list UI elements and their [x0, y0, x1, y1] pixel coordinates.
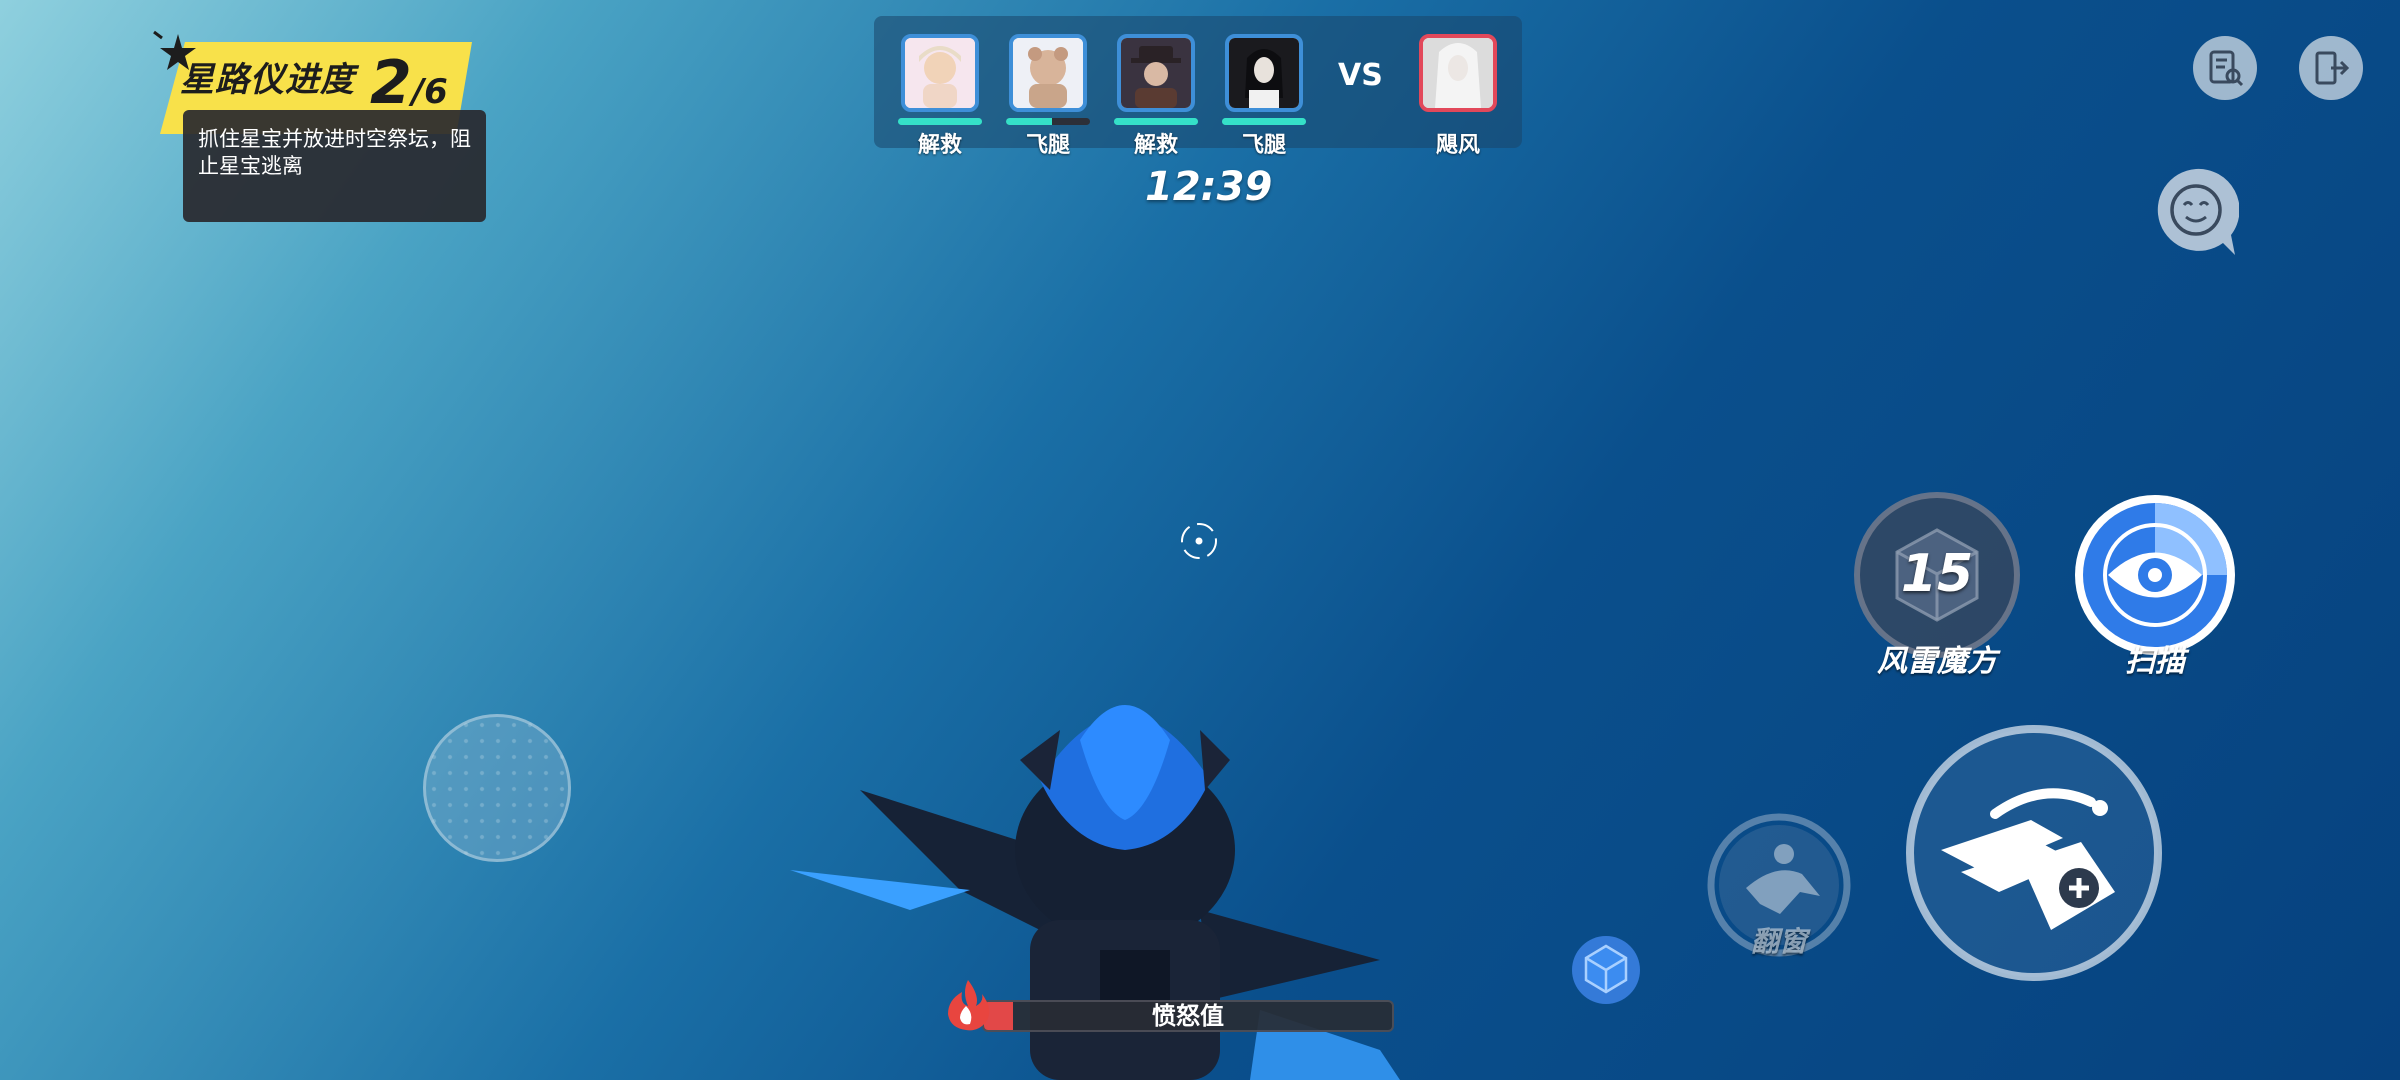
skill-window[interactable]: 翻窗	[1704, 812, 1854, 960]
vs-label: VS	[1338, 58, 1383, 93]
hp-bar	[1222, 118, 1306, 125]
quest-progress-current: 2	[370, 48, 412, 118]
quest-progress-total: /6	[411, 72, 448, 112]
emoji-chat-button[interactable]	[2153, 167, 2240, 257]
scoreboard: 解救 飞腿 解救 飞腿 VS 飓风	[874, 16, 1522, 158]
movement-joystick[interactable]	[423, 714, 571, 862]
avatar	[1009, 34, 1087, 112]
flame-icon	[948, 980, 990, 1031]
quest-title: 星路仪进度	[180, 60, 355, 100]
cube-item-icon	[1572, 936, 1640, 1004]
hp-bar	[1114, 118, 1198, 125]
rage-meter: 愤怒值	[940, 976, 1452, 1032]
skill-cooldown: 15	[1900, 544, 1974, 604]
player-label: 解救	[1133, 133, 1178, 158]
item-cube-button[interactable]	[1570, 932, 1642, 1004]
enemy-player[interactable]: 飓风	[1416, 34, 1500, 159]
emoji-chat-icon	[2157, 168, 2240, 255]
exit-button[interactable]	[2299, 36, 2363, 100]
team-player-3[interactable]: 解救	[1114, 34, 1198, 159]
match-timer: 12:39	[1145, 164, 1273, 210]
avatar	[901, 34, 979, 112]
main-attack-button[interactable]	[1903, 722, 2165, 984]
skill-scan[interactable]: 扫描	[2070, 490, 2240, 680]
quest-progress: 2/6	[370, 48, 448, 118]
avatar	[1117, 34, 1195, 112]
task-list-button[interactable]	[2193, 36, 2257, 100]
avatar	[1225, 34, 1303, 112]
skill-cube[interactable]: 15 风雷魔方	[1852, 490, 2022, 680]
player-label: 飞腿	[1025, 133, 1070, 158]
quest-panel[interactable]: 星路仪进度 2/6 抓住星宝并放进时空祭坛，阻止星宝逃离	[150, 28, 490, 222]
exit-door-icon	[2315, 51, 2350, 85]
skill-label: 扫描	[2125, 644, 2185, 679]
player-label: 飞腿	[1241, 133, 1286, 158]
avatar	[1419, 34, 1497, 112]
team-player-1[interactable]: 解救	[898, 34, 982, 159]
hp-bar	[898, 118, 982, 125]
crosshair-icon	[1181, 523, 1217, 559]
task-list-icon	[2209, 50, 2244, 87]
team-player-2[interactable]: 飞腿	[1006, 34, 1090, 159]
player-label: 飓风	[1435, 133, 1480, 158]
hp-bar	[1006, 118, 1090, 125]
glove-attack-icon	[1906, 725, 2162, 981]
skill-label: 风雷魔方	[1877, 644, 1997, 679]
scan-eye-icon	[2075, 495, 2235, 655]
player-label: 解救	[917, 133, 962, 158]
hp-bar-empty	[1416, 118, 1500, 125]
team-player-4[interactable]: 飞腿	[1222, 34, 1306, 159]
quest-description: 抓住星宝并放进时空祭坛，阻止星宝逃离	[198, 127, 471, 178]
rage-track: 愤怒值	[982, 1000, 1394, 1032]
rage-label: 愤怒值	[1152, 1002, 1224, 1030]
